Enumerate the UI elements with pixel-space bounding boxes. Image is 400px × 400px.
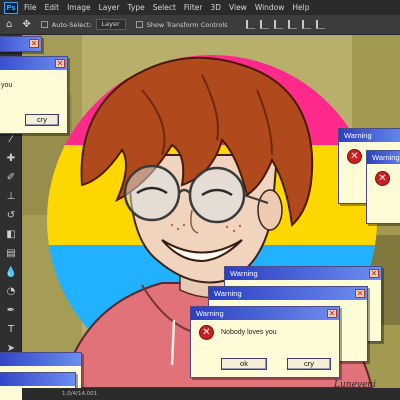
align-buttons <box>245 20 330 29</box>
close-icon[interactable]: ✕ <box>327 309 337 318</box>
dialog-lower-front: Warning ✕ ✕ Nobody loves you ok cry <box>190 306 340 378</box>
dialog-right-front: Warning ✕ <box>366 150 400 224</box>
cry-button[interactable]: cry <box>287 358 331 370</box>
menu-image[interactable]: Image <box>67 0 91 15</box>
blur-icon[interactable]: 💧 <box>0 263 22 282</box>
menu-layer[interactable]: Layer <box>99 0 120 15</box>
menu-file[interactable]: File <box>24 0 37 15</box>
align-bottom-icon[interactable] <box>315 20 325 29</box>
dialog-title: Warning <box>214 289 242 298</box>
menu-help[interactable]: Help <box>292 0 309 15</box>
menu-bar: Ps File Edit Image Layer Type Select Fil… <box>0 0 400 15</box>
menu-type[interactable]: Type <box>128 0 145 15</box>
align-left-icon[interactable] <box>245 20 255 29</box>
error-icon: ✕ <box>375 171 390 186</box>
menu-view[interactable]: View <box>229 0 247 15</box>
align-right-icon[interactable] <box>273 20 283 29</box>
error-icon: ✕ <box>199 325 214 340</box>
auto-select-dropdown[interactable]: Layer <box>95 19 126 30</box>
menu-filter[interactable]: Filter <box>184 0 203 15</box>
dialog-titlebar: ✕ <box>0 57 67 70</box>
dialog-titlebar: Warning ✕ <box>225 267 381 280</box>
menu-window[interactable]: Window <box>255 0 285 15</box>
stamp-icon[interactable]: ⊥ <box>0 187 22 206</box>
auto-select-label: Auto-Select: <box>51 20 92 29</box>
eraser-icon[interactable]: ◧ <box>0 225 22 244</box>
healing-icon[interactable]: ✚ <box>0 149 22 168</box>
gradient-icon[interactable]: ▤ <box>0 244 22 263</box>
close-icon[interactable]: ✕ <box>355 289 365 298</box>
dialog-titlebar: Warning <box>339 129 400 142</box>
dialog-titlebar: Warning ✕ <box>209 287 367 300</box>
close-icon[interactable]: ✕ <box>55 59 65 68</box>
dialog-titlebar: Warning <box>367 151 400 164</box>
dialog-message: Nobody loves you <box>221 329 277 336</box>
move-tool-icon[interactable]: ✥ <box>22 15 30 35</box>
transform-controls-label: Show Transform Controls <box>146 20 228 29</box>
dialog-title: Warning <box>230 269 258 278</box>
transform-controls-checkbox[interactable] <box>135 21 143 28</box>
menu-select[interactable]: Select <box>153 0 176 15</box>
error-icon: ✕ <box>347 149 362 164</box>
brush-icon[interactable]: ✐ <box>0 168 22 187</box>
dialog-top-left-behind: ✕ <box>0 36 42 52</box>
dialog-title: Warning <box>344 131 372 140</box>
dodge-icon[interactable]: ◔ <box>0 282 22 301</box>
align-middle-icon[interactable] <box>301 20 311 29</box>
menu-edit[interactable]: Edit <box>45 0 60 15</box>
transform-controls-option[interactable]: Show Transform Controls <box>135 15 228 35</box>
align-center-icon[interactable] <box>259 20 269 29</box>
dialog-titlebar: Warning ✕ <box>191 307 339 320</box>
dialog-titlebar <box>0 373 75 386</box>
pen-icon[interactable]: ✒ <box>0 301 22 320</box>
dialog-titlebar: ✕ <box>0 37 41 51</box>
dialog-title: Warning <box>196 309 224 318</box>
align-top-icon[interactable] <box>287 20 297 29</box>
ok-button[interactable]: ok <box>221 358 267 370</box>
artist-signature: Luneveni <box>334 380 376 390</box>
menu-3d[interactable]: 3D <box>210 0 221 15</box>
history-brush-icon[interactable]: ↺ <box>0 206 22 225</box>
options-bar: ⌂ ✥ Auto-Select: Layer Show Transform Co… <box>0 15 400 35</box>
close-icon[interactable]: ✕ <box>369 269 379 278</box>
close-icon[interactable]: ✕ <box>29 39 39 48</box>
home-icon[interactable]: ⌂ <box>6 15 12 35</box>
dialog-message: you <box>1 82 13 89</box>
auto-select-checkbox[interactable] <box>40 21 48 28</box>
cry-button[interactable]: cry <box>25 114 59 126</box>
dialog-top-left: ✕ you cry <box>0 56 68 134</box>
dialog-title: Warning <box>372 153 400 162</box>
type-icon[interactable]: T <box>0 320 22 339</box>
dialog-titlebar <box>0 353 81 366</box>
auto-select-option[interactable]: Auto-Select: Layer <box>40 15 126 35</box>
photoshop-logo-icon: Ps <box>4 1 18 14</box>
